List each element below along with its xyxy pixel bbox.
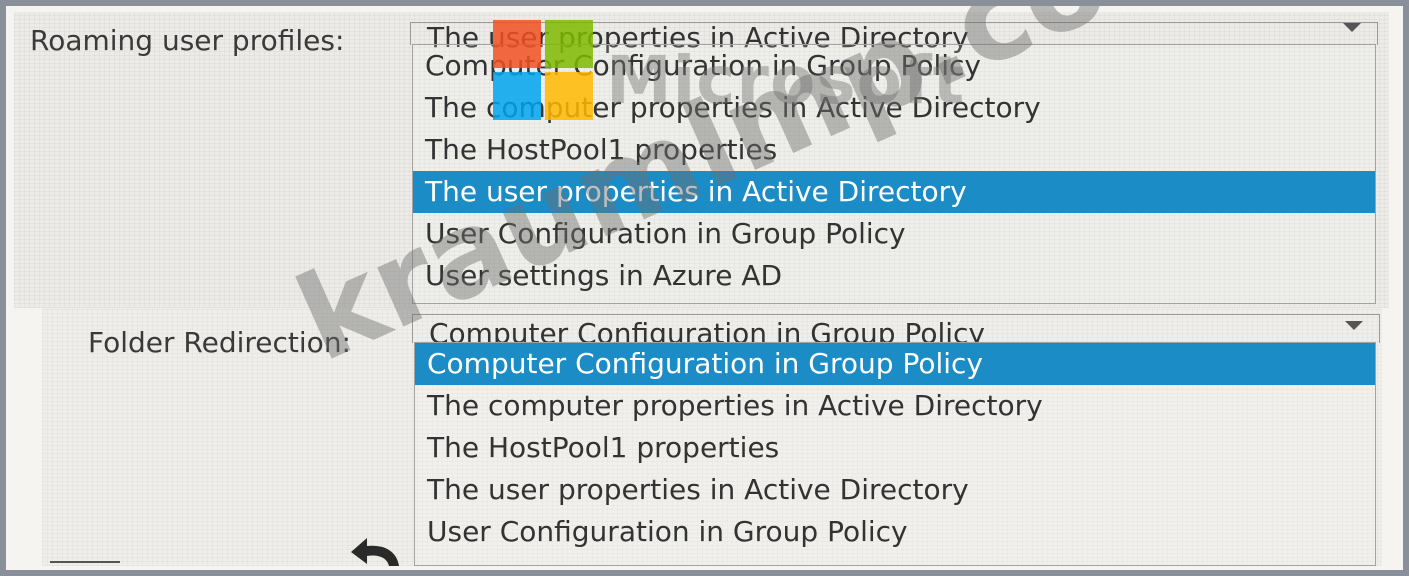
logo-green-square [545,20,593,68]
folder-redirection-dropdown[interactable]: Computer Configuration in Group Policy [412,314,1380,350]
chevron-down-icon[interactable] [1343,23,1361,32]
partial-button-edge [50,561,120,570]
roaming-profiles-label: Roaming user profiles: [30,24,345,57]
folder-redirection-option[interactable]: The user properties in Active Directory [415,469,1375,511]
microsoft-logo-watermark [493,20,593,120]
folder-redirection-option[interactable]: The computer properties in Active Direct… [415,385,1375,427]
chevron-down-icon[interactable] [1345,321,1363,330]
undo-arrow-icon[interactable] [341,532,411,566]
logo-yellow-square [545,72,593,120]
logo-blue-square [493,72,541,120]
folder-redirection-listbox[interactable]: Computer Configuration in Group Policy Th… [414,342,1376,566]
folder-redirection-option[interactable]: User Configuration in Group Policy [415,511,1375,553]
folder-redirection-option[interactable]: The HostPool1 properties [415,427,1375,469]
screenshot-frame: Roaming user profiles: The user properti… [6,6,1403,570]
logo-red-square [493,20,541,68]
folder-redirection-option[interactable]: Computer Configuration in Group Policy [415,343,1375,385]
